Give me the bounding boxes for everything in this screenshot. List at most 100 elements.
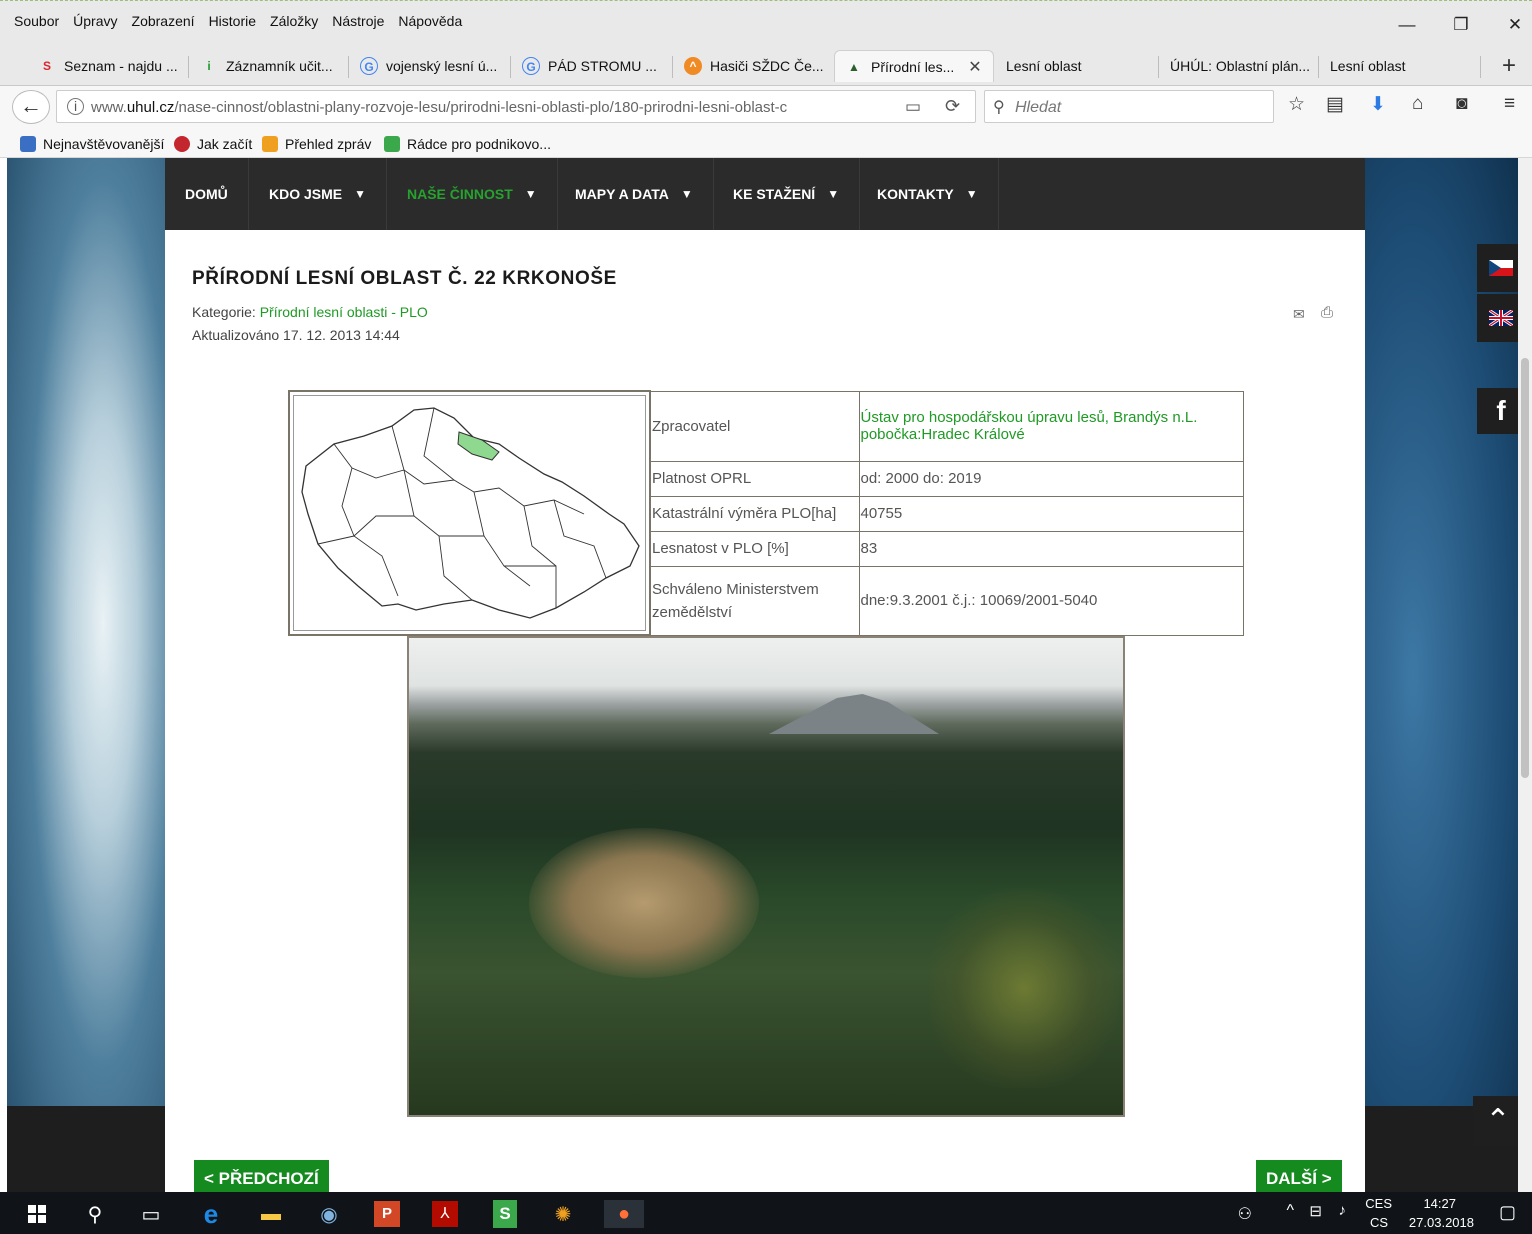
edge-icon[interactable]: e — [196, 1199, 226, 1229]
search-input[interactable]: ⚲ Hledat — [984, 90, 1274, 123]
tab-uhul[interactable]: ÚHÚL: Oblastní plán... — [1160, 50, 1318, 82]
label-vymera: Katastrální výměra PLO[ha] — [649, 495, 860, 532]
tab-lesni-oblast-2[interactable]: Lesní oblast — [1320, 50, 1470, 82]
search-icon[interactable]: ⚲ — [80, 1200, 110, 1228]
tab-label: vojenský lesní ú... — [386, 58, 498, 74]
tab-lesni-oblast[interactable]: Lesní oblast — [996, 50, 1156, 82]
print-icon[interactable]: ⎙ — [1321, 304, 1333, 321]
windows-start-icon[interactable] — [22, 1200, 52, 1228]
czech-map-image — [293, 395, 646, 631]
tab-label: Záznamník učit... — [226, 58, 333, 74]
acrobat-icon[interactable]: ⅄ — [430, 1200, 460, 1228]
powerpoint-icon[interactable]: P — [372, 1200, 402, 1228]
home-icon[interactable]: ⌂ — [1412, 93, 1423, 115]
navigation-bar: ← i www.uhul.cz/nase-cinnost/oblastni-pl… — [0, 86, 1532, 128]
url-text: www.uhul.cz/nase-cinnost/oblastni-plany-… — [91, 99, 788, 116]
firefox-icon — [174, 136, 190, 152]
bookmark-radce[interactable]: Rádce pro podnikovo... — [384, 136, 551, 152]
nav-kdo-jsme[interactable]: KDO JSME ▼ — [249, 158, 388, 230]
show-hidden-icons[interactable]: ^ — [1286, 1202, 1294, 1220]
chevron-down-icon: ▼ — [827, 187, 840, 201]
reload-icon[interactable]: ⟳ — [945, 96, 960, 117]
network-icon[interactable]: ⊟ — [1309, 1202, 1322, 1220]
nav-nase-cinnost[interactable]: NAŠE ČINNOST ▼ — [387, 158, 558, 230]
notifications-icon[interactable]: ▢ — [1499, 1202, 1516, 1223]
tab-label: Lesní oblast — [1330, 58, 1406, 74]
info-table: Zpracovatel Ústav pro hospodářskou úprav… — [288, 390, 1244, 636]
minimize-button[interactable]: — — [1392, 15, 1422, 35]
tab-label: PÁD STROMU ... — [548, 58, 657, 74]
tab-zaznamnik[interactable]: i Záznamník učit... — [190, 50, 348, 82]
tab-seznam[interactable]: S Seznam - najdu ... — [28, 50, 188, 82]
windows-taskbar: ⚲ ▭ e ▬ ◉ P ⅄ S ✺ ● ⚇ ^ ⊟ ♪ CES CS 14:27… — [0, 1192, 1532, 1234]
file-explorer-icon[interactable]: ▬ — [256, 1200, 286, 1228]
table-row: Zpracovatel Ústav pro hospodářskou úprav… — [288, 390, 1244, 636]
menu-upravy[interactable]: Úpravy — [73, 13, 117, 29]
close-window-button[interactable]: ✕ — [1500, 15, 1530, 35]
nav-ke-stazeni[interactable]: KE STAŽENÍ ▼ — [713, 158, 861, 230]
google-icon: G — [522, 57, 540, 75]
clock-date[interactable]: 27.03.2018 — [1409, 1215, 1474, 1230]
most-visited-icon — [20, 136, 36, 152]
nav-mapy-a-data[interactable]: MAPY A DATA ▼ — [555, 158, 714, 230]
fire-icon: ^ — [684, 57, 702, 75]
scrollbar[interactable] — [1518, 158, 1532, 1192]
new-tab-button[interactable]: + — [1502, 52, 1516, 80]
next-button[interactable]: DALŠÍ > — [1256, 1160, 1342, 1192]
menu-historie[interactable]: Historie — [209, 13, 256, 29]
value-zpracovatel[interactable]: Ústav pro hospodářskou úpravu lesů, Bran… — [858, 390, 1244, 462]
address-bar[interactable]: i www.uhul.cz/nase-cinnost/oblastni-plan… — [56, 90, 976, 123]
tab-prirodni-les-active[interactable]: ▲ Přírodní les... ✕ — [834, 50, 994, 82]
bookmark-getting-started[interactable]: Jak začít — [174, 136, 252, 152]
previous-button[interactable]: < PŘEDCHOZÍ — [194, 1160, 329, 1192]
firefox-icon[interactable]: ● — [604, 1200, 644, 1228]
menu-napoveda[interactable]: Nápověda — [398, 13, 462, 29]
menu-zobrazeni[interactable]: Zobrazení — [132, 13, 195, 29]
back-button[interactable]: ← — [12, 90, 50, 124]
hamburger-menu-icon[interactable]: ≡ — [1504, 93, 1515, 115]
bookmarks-bar: Nejnavštěvovanější Jak začít Přehled zpr… — [0, 128, 1532, 158]
menu-nastroje[interactable]: Nástroje — [332, 13, 384, 29]
seznam-icon: S — [42, 59, 51, 73]
task-view-icon[interactable]: ▭ — [136, 1200, 166, 1228]
volume-icon[interactable]: ♪ — [1339, 1202, 1347, 1219]
library-icon[interactable]: ▤ — [1326, 93, 1344, 116]
language-indicator[interactable]: CES — [1365, 1196, 1392, 1211]
close-tab-icon[interactable]: ✕ — [968, 57, 981, 77]
email-icon[interactable]: ✉ — [1293, 306, 1305, 323]
value-vymera: 40755 — [858, 495, 1244, 532]
browser-icon[interactable]: ✺ — [548, 1200, 578, 1228]
uk-flag-icon — [1489, 310, 1513, 326]
menu-zalozky[interactable]: Záložky — [270, 13, 318, 29]
app-icon[interactable]: ◉ — [314, 1200, 344, 1228]
tab-label: Přírodní les... — [871, 58, 955, 75]
clock-time[interactable]: 14:27 — [1423, 1196, 1456, 1211]
info-icon[interactable]: i — [67, 98, 84, 115]
people-icon[interactable]: ⚇ — [1238, 1204, 1252, 1224]
restore-button[interactable]: ❐ — [1446, 15, 1476, 35]
keyboard-layout[interactable]: CS — [1370, 1215, 1388, 1230]
scroll-to-top-button[interactable]: ⌃ — [1473, 1096, 1523, 1146]
tab-pad-stromu[interactable]: G PÁD STROMU ... — [512, 50, 672, 82]
bookmark-star-icon[interactable]: ☆ — [1288, 93, 1305, 116]
scrollbar-thumb[interactable] — [1521, 358, 1529, 778]
menu-soubor[interactable]: Soubor — [14, 13, 59, 29]
site-navigation: DOMŮ KDO JSME ▼ NAŠE ČINNOST ▼ MAPY A DATA… — [165, 158, 1365, 230]
reader-view-icon[interactable]: ▭ — [905, 97, 921, 117]
pocket-icon[interactable]: ◙ — [1456, 93, 1467, 115]
tab-vojensky[interactable]: G vojenský lesní ú... — [350, 50, 510, 82]
tab-bar: S Seznam - najdu ... i Záznamník učit...… — [0, 44, 1532, 86]
download-icon[interactable]: ⬇ — [1370, 93, 1386, 116]
tab-hasici[interactable]: ^ Hasiči SŽDC Če... — [674, 50, 832, 82]
bookmark-most-visited[interactable]: Nejnavštěvovanější — [20, 136, 164, 152]
nav-domu[interactable]: DOMŮ — [165, 158, 249, 230]
background-frost-left — [7, 158, 167, 1192]
tab-label: Hasiči SŽDC Če... — [710, 58, 824, 74]
map-cell — [288, 390, 651, 636]
bookmark-news[interactable]: Přehled zpráv — [262, 136, 371, 152]
sheets-icon[interactable]: S — [490, 1200, 520, 1228]
nav-kontakty[interactable]: KONTAKTY ▼ — [857, 158, 999, 230]
value-platnost: od: 2000 do: 2019 — [858, 460, 1244, 497]
chevron-down-icon: ▼ — [965, 187, 978, 201]
category-link[interactable]: Přírodní lesní oblasti - PLO — [260, 304, 428, 320]
